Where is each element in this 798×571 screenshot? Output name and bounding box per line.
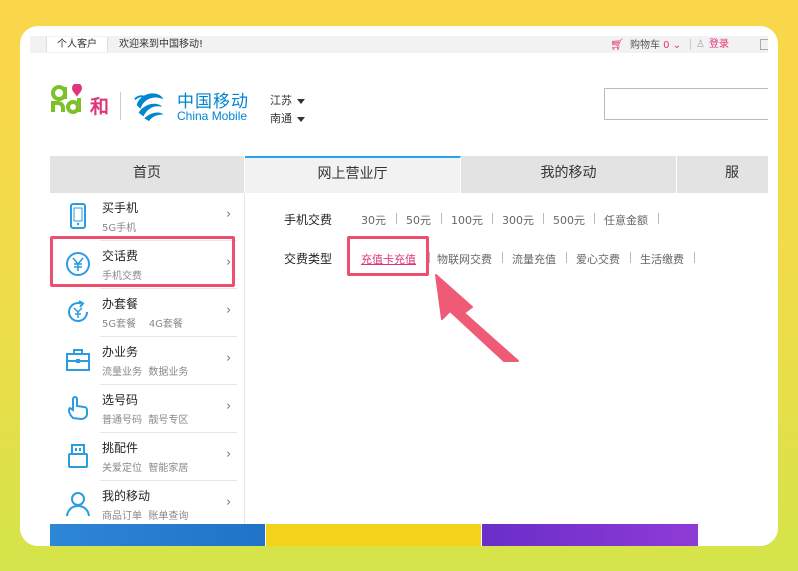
phone-icon <box>70 203 86 229</box>
type-option[interactable]: 爱心交费 <box>576 251 620 267</box>
tab-online-hall[interactable]: 网上营业厅 <box>245 156 461 193</box>
highlight-box-card-recharge <box>347 236 429 276</box>
promo-banner[interactable] <box>482 524 698 546</box>
chevron-right-icon: › <box>226 495 232 510</box>
briefcase-icon <box>66 349 90 371</box>
divider <box>594 213 595 224</box>
sidebar-item-sub: 关爱定位 智能家居 <box>102 463 189 474</box>
amount-option[interactable]: 30元 <box>361 212 386 228</box>
sidebar-item-number[interactable]: 选号码 普通号码 靓号专区 › <box>50 385 245 433</box>
recharge-label: 手机交费 <box>284 213 333 227</box>
chevron-right-icon: › <box>226 447 232 462</box>
sidebar-item-title: 我的移动 <box>102 489 151 503</box>
amount-option[interactable]: 300元 <box>502 212 534 228</box>
tab-home[interactable]: 首页 <box>50 156 245 193</box>
divider <box>690 39 691 50</box>
city-label: 南通 <box>270 112 292 125</box>
cart-label: 购物车 <box>629 40 660 51</box>
sidebar-item-sub: 5G套餐 4G套餐 <box>102 319 183 330</box>
chevron-right-icon: › <box>226 207 232 222</box>
cart-dropdown-icon[interactable]: ⌄ <box>670 40 681 51</box>
divider <box>543 213 544 224</box>
user-outline-icon: ♙ <box>696 39 705 50</box>
divider <box>658 213 659 224</box>
sidebar-item-sub: 5G手机 <box>102 223 137 234</box>
sidebar-item-sub: 商品订单 账单查询 <box>102 511 189 522</box>
province-label: 江苏 <box>270 94 292 107</box>
usb-icon <box>68 444 88 468</box>
amount-option[interactable]: 500元 <box>553 212 585 228</box>
sidebar-item-title: 办业务 <box>102 345 139 359</box>
annotation-arrow-icon <box>435 274 519 362</box>
divider <box>492 213 493 224</box>
screenshot-frame: 个人客户 欢迎来到中国移动! 🛒︎ 购物车 0 ⌄ ♙ 登录 和 中国移动 Ch… <box>20 26 778 546</box>
promo-banner[interactable] <box>266 524 481 546</box>
sidebar-item-my-mobile[interactable]: 我的移动 商品订单 账单查询 › <box>50 481 245 529</box>
type-option[interactable]: 生活缴费 <box>640 251 684 267</box>
amount-option[interactable]: 50元 <box>406 212 431 228</box>
brand-name-en: China Mobile <box>177 109 248 123</box>
recharge-amount-row: 手机交费 30元 50元 100元 300元 500元 任意金额 <box>284 211 659 228</box>
chevron-right-icon: › <box>226 351 232 366</box>
highlight-box-recharge <box>50 236 235 287</box>
divider <box>396 213 397 224</box>
tab-my-mobile[interactable]: 我的移动 <box>461 156 677 193</box>
chevron-down-icon <box>297 116 305 122</box>
he-logo-text: 和 <box>90 96 110 118</box>
search-input[interactable] <box>604 88 768 120</box>
cart-icon: 🛒︎ <box>610 38 624 51</box>
sidebar-item-sub: 流量业务 数据业务 <box>102 367 189 378</box>
sidebar-item-accessories[interactable]: 挑配件 关爱定位 智能家居 › <box>50 433 245 481</box>
and-logo <box>51 84 82 114</box>
truncated-icon <box>760 39 768 50</box>
divider <box>566 252 567 263</box>
sidebar-item-business[interactable]: 办业务 流量业务 数据业务 › <box>50 337 245 385</box>
sidebar-item-title: 办套餐 <box>102 297 139 311</box>
sidebar-item-buy-phone[interactable]: 买手机 5G手机 › <box>50 193 245 241</box>
hand-point-icon <box>68 396 88 421</box>
login-label: 登录 <box>708 39 729 50</box>
sidebar-item-plans[interactable]: 办套餐 5G套餐 4G套餐 › <box>50 289 245 337</box>
chevron-right-icon: › <box>226 399 232 414</box>
browser-viewport: 个人客户 欢迎来到中国移动! 🛒︎ 购物车 0 ⌄ ♙ 登录 和 中国移动 Ch… <box>30 36 768 546</box>
yuan-refresh-icon <box>68 300 88 322</box>
chevron-down-icon <box>297 98 305 104</box>
customer-type-link[interactable]: 个人客户 <box>46 37 108 52</box>
user-icon <box>66 492 90 517</box>
top-bar: 个人客户 欢迎来到中国移动! 🛒︎ 购物车 0 ⌄ ♙ 登录 <box>30 36 768 53</box>
divider <box>694 252 695 263</box>
sidebar-item-title: 选号码 <box>102 393 139 407</box>
payment-type-row: 交费类型 充值卡充值 物联网交费 流量充值 爱心交费 生活缴费 <box>284 250 695 267</box>
sidebar-item-sub: 普通号码 靓号专区 <box>102 415 189 426</box>
promo-banner[interactable] <box>50 524 265 546</box>
china-mobile-logo-icon <box>134 93 164 122</box>
cart-link[interactable]: 🛒︎ 购物车 0 ⌄ <box>610 37 681 53</box>
amount-option[interactable]: 100元 <box>451 212 483 228</box>
sidebar-item-title: 买手机 <box>102 201 139 215</box>
logo-divider <box>120 92 121 120</box>
main-nav: 首页 网上营业厅 我的移动 服 <box>50 156 768 193</box>
sidebar-item-title: 挑配件 <box>102 441 139 455</box>
chevron-right-icon: › <box>226 303 232 318</box>
divider <box>441 213 442 224</box>
payment-type-label: 交费类型 <box>284 252 333 266</box>
city-selector[interactable]: 南通 <box>270 110 305 126</box>
login-link[interactable]: ♙ 登录 <box>696 37 729 52</box>
amount-option[interactable]: 任意金额 <box>604 212 648 228</box>
divider <box>630 252 631 263</box>
tab-service[interactable]: 服 <box>677 156 768 193</box>
welcome-text: 欢迎来到中国移动! <box>119 39 204 50</box>
province-selector[interactable]: 江苏 <box>270 92 305 108</box>
